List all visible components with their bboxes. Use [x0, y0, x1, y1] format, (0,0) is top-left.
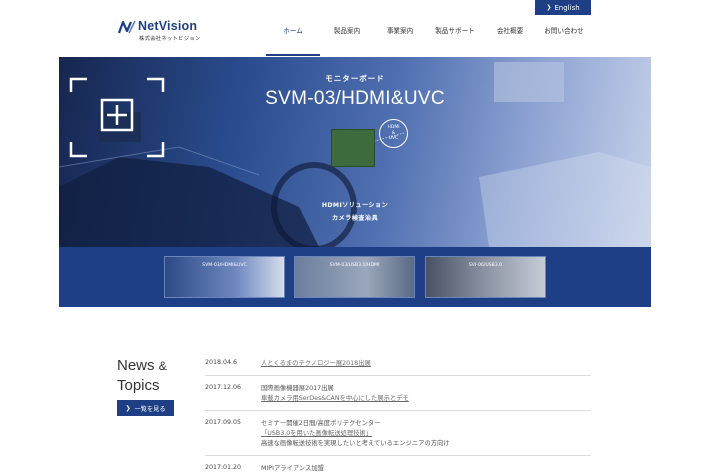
news-date: 2018.04.6	[205, 359, 238, 366]
news-date: 2017.12.06	[205, 384, 242, 391]
logo-name: NetVision	[138, 19, 198, 33]
slide-thumbnail[interactable]: SVM-03/HDMI&UVC	[164, 256, 285, 298]
hero-subtitle: モニターボード	[325, 74, 385, 83]
news-date: 2017.09.05	[205, 419, 242, 426]
hero-caption-hdmi: HDMIソリューション	[321, 202, 389, 209]
nav-item-support[interactable]: 製品サポート	[426, 20, 484, 56]
news-item: 2018.04.6 人とくるまのテクノロジー展2018出展	[205, 351, 591, 376]
news-link[interactable]: 人とくるまのテクノロジー展2018出展	[261, 359, 371, 369]
nav-item-contact[interactable]: お問い合わせ	[536, 20, 592, 56]
netvision-logo-icon	[118, 20, 136, 34]
logo-subtitle: 株式会社ネットビジョン	[139, 36, 201, 42]
view-all-news-button[interactable]: ❯ 一覧を見る	[117, 400, 174, 416]
news-text: セミナー開催2日間/高度ポリテクセンター	[261, 420, 381, 427]
nav-item-company[interactable]: 会社概要	[484, 20, 536, 56]
news-item: 2017.12.06 国際画像機器展2017出展 車載カメラ用SerDes&CA…	[205, 376, 591, 411]
nav-item-home[interactable]: ホーム	[266, 20, 320, 56]
main-nav: ホーム 製品案内 事業案内 製品サポート 会社概要 お問い合わせ	[266, 20, 592, 56]
news-item: 2017.09.05 セミナー開催2日間/高度ポリテクセンター 「USB3.0を…	[205, 411, 591, 456]
hero-title: SVM-03/HDMI&UVC	[265, 88, 445, 109]
english-button[interactable]: ❯ English	[535, 0, 591, 15]
nav-item-products[interactable]: 製品案内	[320, 20, 374, 56]
english-label: English	[554, 3, 580, 12]
slide-thumbnail[interactable]: SVM-03/USB3.0/HDMI	[294, 256, 415, 298]
hero-banner[interactable]: モニターボード SVM-03/HDMI&UVC HDMI & UVC HDMIソ…	[59, 57, 651, 307]
news-list: 2018.04.6 人とくるまのテクノロジー展2018出展 2017.12.06…	[205, 351, 591, 473]
slide-thumbnail[interactable]: SVI-06/USB3.0	[425, 256, 546, 298]
news-item: 2017.01.20 MIPIアライアンス加盟	[205, 456, 591, 473]
news-date: 2017.01.20	[205, 464, 242, 471]
chevron-right-icon: ❯	[546, 4, 552, 11]
news-text: MIPIアライアンス加盟	[261, 465, 324, 472]
news-text: 高速な画像転送技術を実現したいと考えているエンジニアの方向け	[261, 440, 450, 447]
news-heading: News & Topics	[117, 357, 167, 394]
hero-caption-camera: カメラ検査治具	[331, 215, 379, 222]
chevron-right-icon: ❯	[125, 404, 131, 412]
news-link[interactable]: 「USB3.0を用いた画像転送処理技術」	[261, 429, 450, 439]
hdmi-uvc-badge: HDMI & UVC	[379, 119, 408, 148]
news-link[interactable]: 車載カメラ用SerDes&CANを中心にした展示とデモ	[261, 394, 409, 404]
nav-item-business[interactable]: 事業案内	[374, 20, 426, 56]
logo[interactable]: NetVision 株式会社ネットビジョン	[118, 19, 213, 45]
monitor-board-image	[331, 129, 375, 167]
news-text: 国際画像機器展2017出展	[261, 385, 334, 392]
